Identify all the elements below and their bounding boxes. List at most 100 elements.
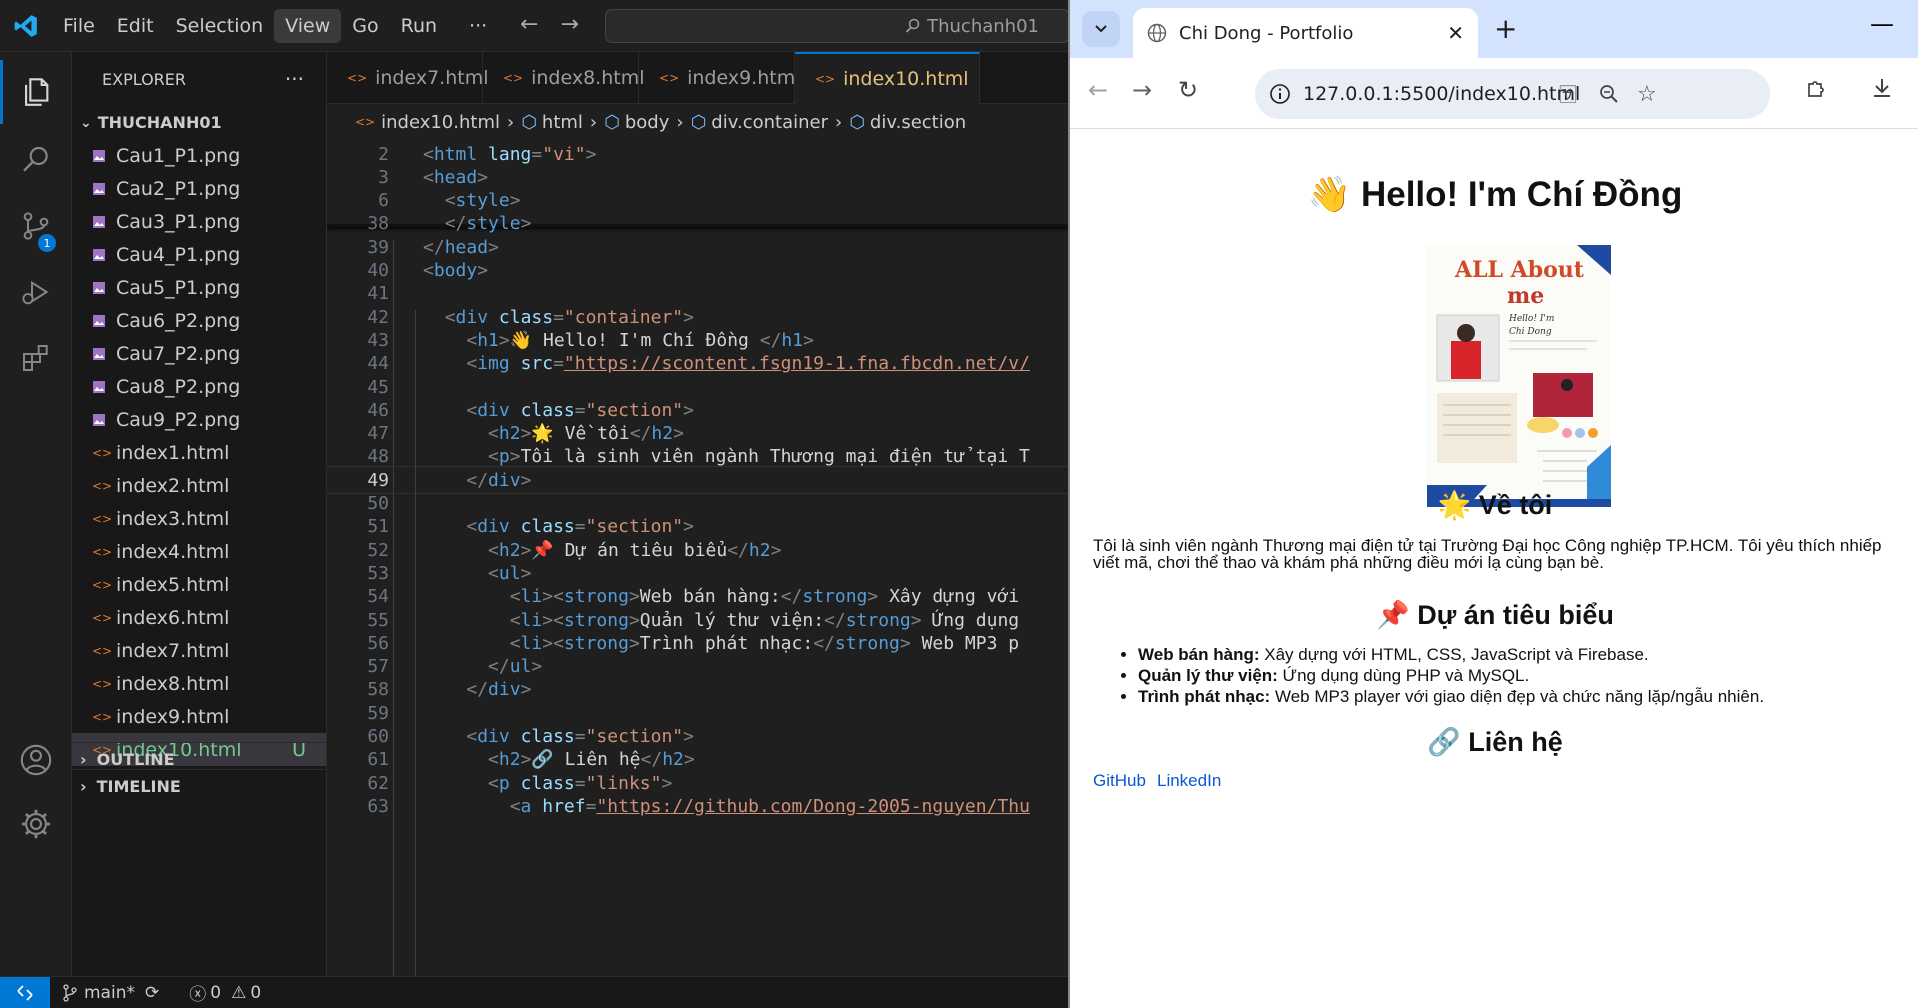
line-number: 39 xyxy=(367,236,389,258)
file-item[interactable]: Cau4_P1.png xyxy=(72,238,326,271)
menu-selection[interactable]: Selection xyxy=(165,9,275,43)
chevron-right-icon: › xyxy=(80,749,87,769)
file-name: index2.html xyxy=(116,474,230,497)
github-link[interactable]: GitHub xyxy=(1093,771,1146,791)
download-icon[interactable] xyxy=(1870,76,1894,100)
branch-indicator[interactable]: main* ⟳ xyxy=(62,983,159,1003)
forward-icon[interactable]: → xyxy=(1132,76,1152,104)
breadcrumb-item[interactable]: index10.html xyxy=(381,112,500,133)
menu-view[interactable]: View xyxy=(274,8,342,43)
site-info-icon[interactable] xyxy=(1269,83,1291,105)
project-desc: Ứng dụng dùng PHP và MySQL. xyxy=(1277,666,1530,685)
line-number: 53 xyxy=(367,562,389,584)
tab-label: index10.html xyxy=(843,68,969,90)
sync-icon[interactable]: ⟳ xyxy=(145,983,159,1003)
folder-header[interactable]: ⌄ THUCHANH01 xyxy=(72,106,326,139)
file-item[interactable]: <> index8.html xyxy=(72,667,326,700)
file-item[interactable]: <> index5.html xyxy=(72,568,326,601)
file-item[interactable]: Cau8_P2.png xyxy=(72,370,326,403)
command-center-search[interactable]: Thuchanh01 xyxy=(605,9,1070,43)
code-text: <body> xyxy=(423,260,489,281)
bookmark-star-icon[interactable]: ☆ xyxy=(1637,82,1657,107)
svg-text:me: me xyxy=(1507,283,1544,309)
editor-tab[interactable]: <> index9.html xyxy=(639,52,801,104)
line-number: 46 xyxy=(367,399,389,421)
timeline-section[interactable]: › TIMELINE xyxy=(72,769,327,802)
about-text-line-2: viết mã, chơi thể thao và khám phá những… xyxy=(1093,553,1604,572)
remote-indicator-icon[interactable] xyxy=(0,976,50,1008)
file-item[interactable]: <> index6.html xyxy=(72,601,326,634)
file-item[interactable]: <> index2.html xyxy=(72,469,326,502)
code-editor[interactable]: 2 <html lang="vi"> 3 <head> 6 <style> 38 </st… xyxy=(327,140,1068,976)
scm-badge: 1 xyxy=(38,234,56,252)
menu-run[interactable]: Run xyxy=(390,9,448,43)
menu-go[interactable]: Go xyxy=(341,9,389,43)
browser-tab[interactable]: Chi Dong - Portfolio ✕ xyxy=(1133,8,1478,58)
file-item[interactable]: Cau1_P1.png xyxy=(72,139,326,172)
file-item[interactable]: Cau9_P2.png xyxy=(72,403,326,436)
file-name: Cau4_P1.png xyxy=(116,243,241,266)
html-file-icon: <> xyxy=(92,676,113,691)
editor-tab[interactable]: <> index10.html xyxy=(795,52,980,104)
file-item[interactable]: <> index3.html xyxy=(72,502,326,535)
code-line[interactable]: 63 <a href="https://github.com/Dong-2005… xyxy=(327,792,1068,820)
editor-tab[interactable]: <> index8.html xyxy=(483,52,645,104)
new-tab-icon[interactable]: + xyxy=(1494,12,1517,45)
linkedin-link[interactable]: LinkedIn xyxy=(1157,771,1221,791)
image-file-icon xyxy=(92,413,108,427)
file-item[interactable]: <> index1.html xyxy=(72,436,326,469)
file-name: Cau5_P1.png xyxy=(116,276,241,299)
settings-gear-icon[interactable] xyxy=(0,792,72,856)
file-name: index5.html xyxy=(116,573,230,596)
menu-edit[interactable]: Edit xyxy=(106,9,165,43)
file-name: index3.html xyxy=(116,507,230,530)
minimize-icon[interactable]: — xyxy=(1870,10,1894,38)
close-tab-icon[interactable]: ✕ xyxy=(1447,21,1464,45)
html-file-icon: <> xyxy=(92,577,113,592)
menu-bar: File Edit Selection View Go Run ··· xyxy=(52,8,498,43)
extensions-icon[interactable] xyxy=(0,326,72,390)
line-number: 63 xyxy=(367,795,389,817)
menu-file[interactable]: File xyxy=(52,9,106,43)
breadcrumb-item[interactable]: body xyxy=(625,112,670,133)
code-text: <h2>🔗 Liên hệ</h2> xyxy=(488,749,695,771)
file-list: Cau1_P1.png Cau2_P1.png Cau3_P1.png Cau4_P1… xyxy=(72,139,326,766)
code-text: <a href="https://github.com/Dong-2005-ng… xyxy=(509,795,1030,817)
file-item[interactable]: <> index9.html xyxy=(72,700,326,733)
reload-icon[interactable]: ↻ xyxy=(1178,76,1198,104)
file-item[interactable]: Cau2_P1.png xyxy=(72,172,326,205)
tab-search-button[interactable] xyxy=(1082,11,1120,47)
editor-tab[interactable]: <> index7.html xyxy=(327,52,489,104)
source-control-icon[interactable]: 1 xyxy=(0,194,72,258)
file-item[interactable]: Cau5_P1.png xyxy=(72,271,326,304)
problems-indicator[interactable]: ⓧ 0 ⚠ 0 xyxy=(189,980,261,1006)
explorer-files-icon[interactable] xyxy=(0,60,72,124)
back-arrow-icon[interactable]: ← xyxy=(520,12,538,37)
translate-icon[interactable]: 🈂 xyxy=(1559,81,1577,107)
forward-arrow-icon[interactable]: → xyxy=(560,12,578,37)
account-icon[interactable] xyxy=(0,728,72,792)
extensions-puzzle-icon[interactable] xyxy=(1805,76,1829,100)
line-number: 57 xyxy=(367,656,389,678)
file-item[interactable]: Cau6_P2.png xyxy=(72,304,326,337)
run-debug-icon[interactable] xyxy=(0,260,72,324)
address-bar[interactable]: 127.0.0.1:5500/index10.html 🈂 ☆ xyxy=(1255,69,1770,119)
breadcrumb-item[interactable]: div.container xyxy=(711,112,828,133)
file-name: Cau3_P1.png xyxy=(116,210,241,233)
breadcrumb-item[interactable]: div.section xyxy=(870,112,966,133)
breadcrumb-item[interactable]: html xyxy=(542,112,583,133)
card-title-text: ALL About xyxy=(1454,257,1585,283)
file-item[interactable]: Cau7_P2.png xyxy=(72,337,326,370)
search-icon xyxy=(905,18,921,34)
back-icon[interactable]: ← xyxy=(1088,76,1108,104)
file-item[interactable]: <> index7.html xyxy=(72,634,326,667)
more-actions-icon[interactable]: ··· xyxy=(285,67,304,91)
html-file-icon: <> xyxy=(92,445,113,460)
menu-more[interactable]: ··· xyxy=(458,9,498,43)
file-item[interactable]: <> index4.html xyxy=(72,535,326,568)
line-number: 49 xyxy=(367,469,389,491)
zoom-icon[interactable] xyxy=(1599,84,1619,104)
image-file-icon xyxy=(92,182,108,196)
search-icon[interactable] xyxy=(0,128,72,192)
file-item[interactable]: Cau3_P1.png xyxy=(72,205,326,238)
